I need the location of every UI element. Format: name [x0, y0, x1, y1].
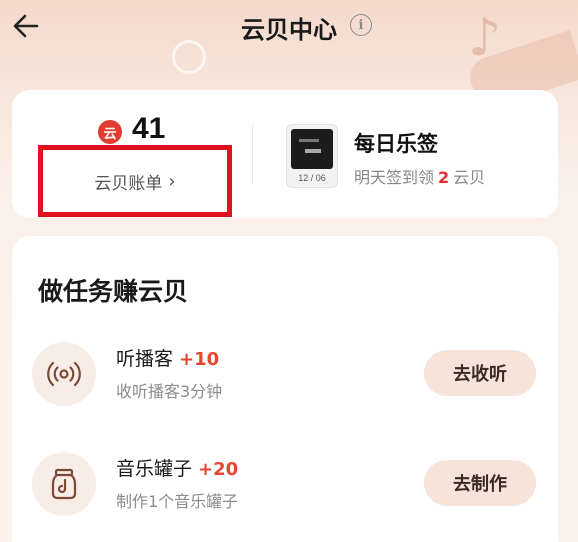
task-name-text: 听播客	[116, 348, 174, 370]
task-description: 收听播客3分钟	[116, 382, 223, 401]
thumbnail-line	[299, 139, 319, 142]
task-reward: +20	[198, 459, 239, 480]
cloud-coin-icon: 云	[98, 120, 122, 144]
chevron-right-icon: ›	[168, 170, 176, 192]
task-item-music-jar: 音乐罐子 +20 制作1个音乐罐子 去制作	[12, 446, 558, 526]
daily-checkin-thumbnail[interactable]: 12 / 06	[286, 124, 338, 188]
music-jar-icon	[32, 452, 96, 516]
thumbnail-line	[305, 149, 321, 153]
info-icon[interactable]: i	[350, 14, 372, 36]
coin-ledger-link[interactable]: 云贝账单 ›	[38, 145, 232, 217]
make-button[interactable]: 去制作	[424, 460, 536, 506]
header: 云贝中心 i	[0, 0, 578, 52]
task-reward: +10	[179, 349, 220, 370]
task-name: 听播客 +10	[116, 344, 219, 371]
checkin-sub-suffix: 云贝	[453, 168, 486, 187]
tasks-section-title: 做任务赚云贝	[38, 277, 189, 306]
balance-card: 云 41 云贝账单 › 12 / 06 每日乐签 明天签到领 2 云贝	[12, 90, 558, 218]
checkin-sub-prefix: 明天签到领	[354, 168, 435, 187]
podcast-broadcast-icon	[32, 342, 96, 406]
daily-checkin-title[interactable]: 每日乐签	[354, 128, 438, 158]
listen-button[interactable]: 去收听	[424, 350, 536, 396]
tasks-card: 做任务赚云贝 听播客 +10 收听播客3分钟 去收听 音乐罐子 +20 制作1个…	[12, 236, 558, 542]
page-title: 云贝中心	[241, 16, 337, 44]
task-name: 音乐罐子 +20	[116, 454, 238, 481]
task-item-podcast: 听播客 +10 收听播客3分钟 去收听	[12, 336, 558, 416]
coin-balance: 41	[132, 112, 166, 145]
ledger-label: 云贝账单	[94, 173, 163, 194]
checkin-reward-amount: 2	[438, 168, 450, 187]
thumbnail-screen	[291, 129, 333, 169]
task-name-text: 音乐罐子	[116, 458, 193, 480]
daily-checkin-subtitle: 明天签到领 2 云贝	[354, 164, 485, 188]
thumbnail-date: 12 / 06	[298, 173, 326, 183]
task-description: 制作1个音乐罐子	[116, 492, 239, 511]
divider	[252, 124, 253, 184]
